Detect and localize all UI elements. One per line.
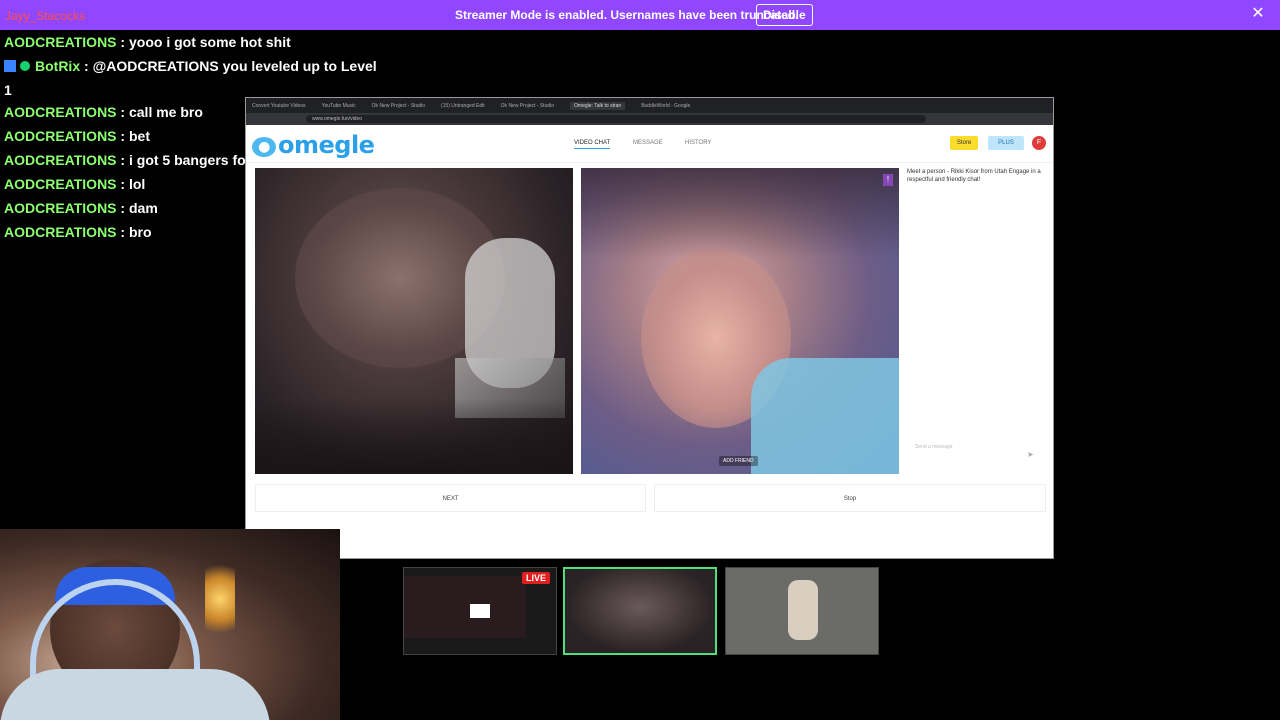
chat-top-line: Jayy_Stacocks [5,9,85,23]
browser-window: Convert Youtube Videos YouTube Music Ok … [245,97,1054,559]
verified-badge-icon [20,61,30,71]
stranger-video: ! ADD FRIEND [581,168,899,474]
christmas-tree-icon [205,559,235,639]
browser-tab[interactable]: (15) Untranged Edit [441,103,485,109]
blanket-shape [751,358,899,474]
browser-tab[interactable]: YouTube Music [322,103,356,109]
message-input[interactable]: Send a message [915,444,953,450]
report-flag-icon[interactable]: ! [883,174,893,186]
streamer-webcam [0,529,340,720]
tab-bar: Convert Youtube Videos YouTube Music Ok … [246,98,1053,113]
chat-username: AODCREATIONS [4,128,117,144]
omegle-logo[interactable]: ● omegle [252,131,375,159]
send-icon[interactable]: ➤ [1027,450,1034,459]
chat-line: AODCREATIONS : bro [4,224,152,240]
stop-label: Stop [843,496,857,502]
chat-line: BotRix : @AODCREATIONS you leveled up to… [4,56,377,80]
chat-line: AODCREATIONS : yooo i got some hot shit [4,34,291,50]
scene-thumbnail[interactable] [725,567,879,655]
chat-line: AODCREATIONS : bet [4,128,150,144]
streamer-mode-banner: Jayy_Stacocks Streamer Mode is enabled. … [0,0,1280,30]
chat-line: 1 [4,80,264,102]
plus-button[interactable]: PLUS [988,136,1024,150]
next-label: NEXT [442,496,459,502]
disable-button[interactable]: Disable [756,4,813,26]
chat-username: AODCREATIONS [4,224,117,240]
scene-preview [565,569,715,653]
chat-overlay: AODCREATIONS : yooo i got some hot shit … [4,32,377,246]
chat-message: 1 [4,82,12,98]
scene-thumbnail-active[interactable] [563,567,717,655]
person-figure [788,580,818,640]
chat-message: i got 5 bangers for u [128,152,264,168]
shadow-shape [255,398,573,474]
url-field[interactable]: www.omegle.fun/video [306,115,926,123]
stream-root: Jayy_Stacocks Streamer Mode is enabled. … [0,0,1280,720]
browser-tab[interactable]: Convert Youtube Videos [252,103,306,109]
chat-line: AODCREATIONS : dam [4,200,158,216]
chat-line: AODCREATIONS : i got 5 bangers for u [4,152,264,168]
tab-message[interactable]: MESSAGE [633,140,663,146]
chat-username: AODCREATIONS [4,34,117,50]
browser-tab-active[interactable]: Omegle: Talk to stran [570,101,626,110]
scene-preview [404,576,526,638]
chat-message: bet [128,128,150,144]
address-bar: www.omegle.fun/video [246,113,1053,125]
profile-avatar[interactable]: F [1032,136,1046,150]
close-icon[interactable]: ✕ [1250,6,1266,22]
banner-message: Streamer Mode is enabled. Usernames have… [455,8,799,22]
chat-message: bro [128,224,152,240]
chat-message: yooo i got some hot shit [128,34,291,50]
chat-username: AODCREATIONS [4,176,117,192]
bot-badge-icon [4,60,16,72]
self-video [255,168,573,474]
scene-thumbnail[interactable]: LIVE [403,567,557,655]
tab-history[interactable]: HISTORY [685,140,711,146]
chat-line: AODCREATIONS : lol [4,176,146,192]
chat-username: BotRix [35,58,81,74]
match-info: Meet a person - Rikki Kisor from Utah En… [907,169,1041,183]
chat-message: @AODCREATIONS you leveled up to Level [92,58,377,74]
chat-message: call me bro [128,104,203,120]
live-badge: LIVE [522,572,551,584]
chat-username: AODCREATIONS [4,200,117,216]
tab-video-chat[interactable]: VIDEO CHAT [574,140,611,149]
chat-username: AODCREATIONS [4,152,117,168]
next-button[interactable]: NEXT [255,484,646,512]
chat-message: lol [128,176,146,192]
add-friend-button[interactable]: ADD FRIEND [719,456,758,466]
omegle-header: ● omegle VIDEO CHAT MESSAGE HISTORY Store… [246,125,1053,163]
shirt-shape [0,669,270,720]
browser-tab[interactable]: Ok New Project - Studio [372,103,425,109]
chat-message: dam [128,200,158,216]
chat-username: AODCREATIONS [4,104,117,120]
browser-tab[interactable]: Ok New Project - Studio [501,103,554,109]
store-button[interactable]: Store [950,136,978,150]
hair-shadow [581,168,899,258]
chat-panel: Meet a person - Rikki Kisor from Utah En… [907,168,1047,474]
chat-username: Jayy_Stacocks [5,9,86,23]
stop-button[interactable]: Stop [654,484,1046,512]
chat-line: AODCREATIONS : call me bro [4,104,203,120]
chat-bubble-icon: ● [252,137,276,157]
monitor-icon [470,604,490,618]
browser-tab[interactable]: BuddleWorld - Google [641,103,690,109]
